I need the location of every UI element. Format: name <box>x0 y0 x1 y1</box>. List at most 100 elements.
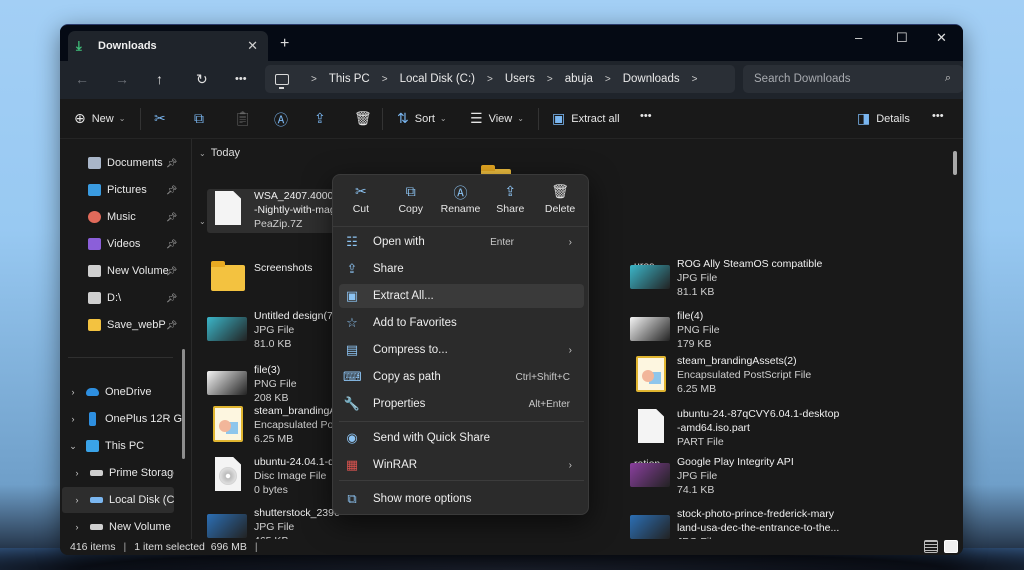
chevron-right-icon[interactable]: › <box>70 495 84 505</box>
sidebar-item-prime-storage[interactable]: › Prime Storage <box>62 460 175 486</box>
forward-button[interactable]: → <box>115 71 129 87</box>
file-item[interactable]: steam_brandingAs Encapsulated Post 6.25 MB <box>207 404 342 448</box>
share-button[interactable]: ⇪ <box>314 110 332 127</box>
context-menu-item-open-with[interactable]: ☷ Open with Enter › <box>339 230 584 254</box>
search-icon[interactable]: ⌕ <box>945 72 951 85</box>
breadcrumb-local-disk[interactable]: Local Disk (C:) <box>400 73 475 85</box>
file-item[interactable]: Untitled design(7) JPG File 81.0 KB <box>207 309 336 353</box>
new-button[interactable]: ⊕ New ⌄ <box>74 110 125 127</box>
context-menu-item-label: Share <box>373 263 404 275</box>
breadcrumb-this-pc[interactable]: This PC <box>329 73 370 85</box>
sidebar-item-save-webp[interactable]: Save_webP 📌︎ <box>88 312 208 338</box>
details-button[interactable]: ◨ Details <box>857 110 910 127</box>
tiles-view-toggle[interactable] <box>944 540 958 553</box>
context-rename-button[interactable]: Ⓐ Rename <box>436 183 486 226</box>
close-tab-icon[interactable]: ✕ <box>247 38 258 54</box>
more-nav-button[interactable]: ••• <box>235 73 247 85</box>
context-menu-item-share[interactable]: ⇪ Share <box>339 257 584 281</box>
context-menu-item-winrar[interactable]: ▦ WinRAR › <box>339 453 584 477</box>
folder-icon <box>88 319 101 331</box>
context-menu-item-send-with-quick-share[interactable]: ◉ Send with Quick Share <box>339 426 584 450</box>
file-name-continued: land-usa-dec-the-entrance-to-the... <box>677 522 840 534</box>
file-type: Encapsulated PostScript File <box>677 369 812 381</box>
sidebar-item-label: New Volume <box>107 265 169 277</box>
chevron-right-icon[interactable]: > <box>605 74 611 85</box>
copy-button[interactable]: ⧉ <box>194 110 210 127</box>
sidebar-item-videos[interactable]: Videos 📌︎ <box>88 231 208 257</box>
breadcrumb-abuja[interactable]: abuja <box>565 73 593 85</box>
address-bar[interactable]: > This PC > Local Disk (C:) > Users > ab… <box>265 65 735 93</box>
search-input[interactable]: Search Downloads ⌕ <box>743 65 963 93</box>
copy-icon: ⧉ <box>405 183 416 199</box>
sidebar-item-this-pc[interactable]: ⌄ This PC <box>60 433 182 459</box>
chevron-right-icon[interactable]: > <box>382 74 388 85</box>
view-button[interactable]: ☰ View ⌄ <box>470 110 524 127</box>
file-item[interactable]: ubuntu-24.-87qCVY6.04.1-desktop -amd64.is… <box>630 407 860 451</box>
sidebar-scrollbar[interactable] <box>182 349 185 459</box>
context-menu-item-add-to-favorites[interactable]: ☆ Add to Favorites <box>339 311 584 335</box>
file-item[interactable]: Google Play Integrity API JPG File 74.1 KB <box>630 455 860 499</box>
context-share-button[interactable]: ⇪ Share <box>485 183 535 226</box>
chevron-right-icon[interactable]: › <box>70 522 84 532</box>
pin-icon: 📌︎ <box>166 157 178 168</box>
context-menu-item-properties[interactable]: 🔧 Properties Alt+Enter <box>339 392 584 416</box>
context-menu-item-compress-to[interactable]: ▤ Compress to... › <box>339 338 584 362</box>
refresh-button[interactable]: ↻ <box>196 71 208 88</box>
file-item[interactable]: steam_brandingAssets(2) Encapsulated Post… <box>630 354 860 398</box>
sidebar-item-oneplus-12r-ge[interactable]: › OnePlus 12R Ge <box>60 406 182 432</box>
rename-button[interactable]: Ⓐ <box>274 110 294 130</box>
up-button[interactable]: ↑ <box>156 71 163 87</box>
paste-button[interactable]: 📋︎ <box>234 110 258 127</box>
file-item[interactable]: ubuntu-24.04.1-d Disc Image File 0 bytes <box>207 455 334 499</box>
chevron-right-icon[interactable]: > <box>311 74 317 85</box>
sidebar-item-documents[interactable]: Documents 📌︎ <box>88 150 208 176</box>
chevron-right-icon[interactable]: › <box>66 414 80 424</box>
vertical-scrollbar[interactable] <box>953 151 957 175</box>
chevron-right-icon[interactable]: › <box>66 387 80 397</box>
back-button[interactable]: ← <box>75 71 89 87</box>
tab-downloads[interactable]: ⤓ Downloads ✕ <box>68 31 268 61</box>
group-header-today[interactable]: ⌄ Today <box>199 147 240 159</box>
sidebar-item-music[interactable]: Music 📌︎ <box>88 204 208 230</box>
details-view-toggle[interactable] <box>924 540 938 553</box>
context-delete-button[interactable]: 🗑 Delete <box>535 183 585 226</box>
sidebar-item-onedrive[interactable]: › OneDrive <box>60 379 182 405</box>
sidebar-item-new-volume[interactable]: › New Volume ( <box>62 514 175 540</box>
breadcrumb-downloads[interactable]: Downloads <box>623 73 680 85</box>
file-item[interactable]: file(4) PNG File 179 KB <box>630 309 860 353</box>
chevron-down-icon[interactable]: ⌄ <box>66 441 80 452</box>
context-menu-item-label: Show more options <box>373 493 472 505</box>
context-copy-button[interactable]: ⧉ Copy <box>386 183 436 226</box>
close-window-button[interactable]: ✕ <box>936 30 947 46</box>
file-thumbnail <box>207 257 247 297</box>
context-menu-item-show-more-options[interactable]: ⧉ Show more options <box>339 487 584 511</box>
sidebar-item-pictures[interactable]: Pictures 📌︎ <box>88 177 208 203</box>
more-options-button[interactable]: ••• <box>640 110 652 122</box>
compress-icon: ▤ <box>345 342 359 357</box>
cut-button[interactable]: ✂ <box>154 110 172 127</box>
sort-button[interactable]: ⇅ Sort ⌄ <box>397 110 447 127</box>
context-cut-button[interactable]: ✂ Cut <box>336 183 386 226</box>
context-menu-item-extract-all[interactable]: ▣ Extract All... <box>339 284 584 308</box>
chevron-down-icon: ⌄ <box>199 149 206 158</box>
extract-all-button[interactable]: ▣ Extract all <box>552 110 620 127</box>
delete-button[interactable]: 🗑︎ <box>354 110 378 127</box>
file-item[interactable]: file(3) PNG File 208 KB <box>207 363 332 407</box>
sidebar-item-new-volume[interactable]: New Volume 📌︎ <box>88 258 208 284</box>
file-thumbnail <box>630 354 670 394</box>
breadcrumb-users[interactable]: Users <box>505 73 535 85</box>
chevron-right-icon[interactable]: › <box>70 468 84 478</box>
context-menu-item-copy-as-path[interactable]: ⌨ Copy as path Ctrl+Shift+C <box>339 365 584 389</box>
new-tab-button[interactable]: + <box>280 35 289 53</box>
sidebar-item-local-disk-c[interactable]: › Local Disk (C:) <box>62 487 174 513</box>
chevron-right-icon[interactable]: > <box>487 74 493 85</box>
divider <box>140 108 141 130</box>
maximize-button[interactable]: ☐ <box>896 30 908 46</box>
minimize-button[interactable]: – <box>855 30 862 45</box>
chevron-right-icon[interactable]: > <box>547 74 553 85</box>
see-more-button[interactable]: ••• <box>932 110 944 122</box>
context-action-label: Copy <box>398 203 423 215</box>
file-item[interactable]: ROG Ally SteamOS compatible JPG File 81.1 … <box>630 257 860 301</box>
chevron-right-icon[interactable]: > <box>692 74 698 85</box>
sidebar-item-d[interactable]: D:\ 📌︎ <box>88 285 208 311</box>
